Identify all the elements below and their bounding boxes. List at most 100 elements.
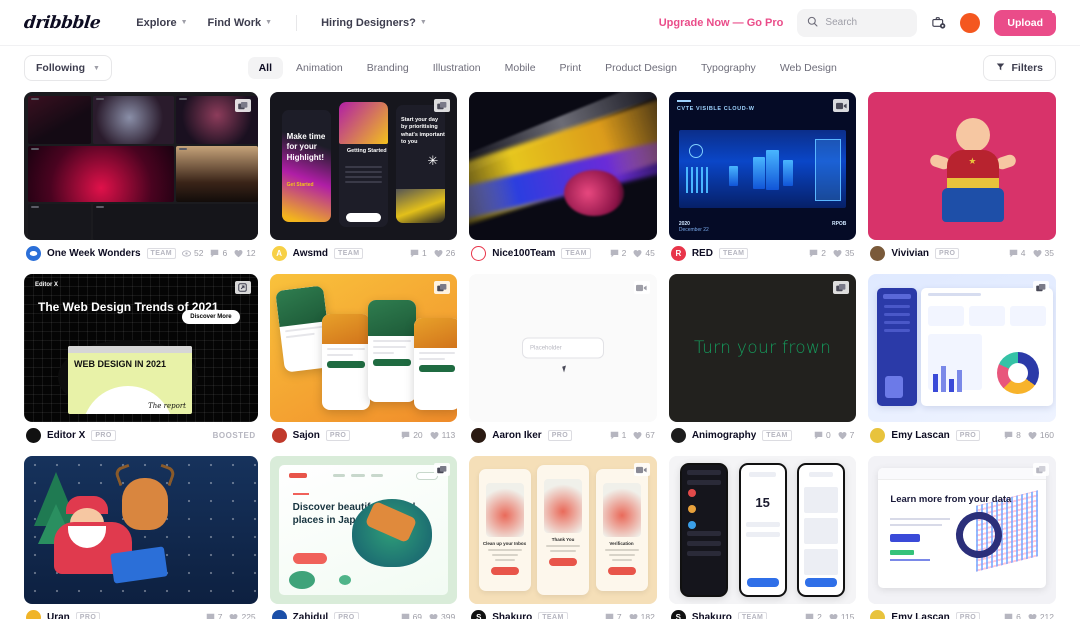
shot-thumbnail[interactable]: Placeholder [469,274,657,422]
tab-animation[interactable]: Animation [285,57,354,79]
shot-thumbnail[interactable] [269,274,458,422]
stat-comments: 2 [610,248,626,258]
shot-author[interactable]: Shakuro [692,612,732,619]
shot-author[interactable]: One Week Wonders [47,248,141,259]
tab-all[interactable]: All [247,57,284,79]
tab-web-design[interactable]: Web Design [769,57,848,79]
shot-thumbnail[interactable]: 15 [668,456,857,604]
avatar[interactable] [26,609,41,619]
artwork-animography: Turn your frown [668,274,857,422]
shot-card[interactable]: One Week Wonders TEAM 52 6 12 [24,92,258,266]
likes-count: 225 [241,612,256,619]
shot-card[interactable]: Sajon PRO 20 113 [269,274,458,448]
shot-author[interactable]: RED [692,248,713,259]
shot-author[interactable]: Emy Lascan [891,430,949,441]
avatar[interactable] [26,427,41,443]
shot-card[interactable]: Learn more from your data Emy Lascan PRO [868,456,1056,619]
shot-card[interactable]: Discover beautiful natural places in Jap… [269,456,458,619]
shot-author[interactable]: Animography [692,430,756,441]
avatar[interactable]: A [271,245,287,261]
shot-author[interactable]: Sajon [293,430,320,441]
artwork-awsmd-app: Make time for your Highlight! Get Starte… [269,92,458,240]
avatar[interactable] [870,427,886,443]
avatar[interactable] [271,427,287,443]
avatar[interactable] [870,245,886,261]
shot-card[interactable]: 15 S Shakuro TEAM 2 115 [668,456,857,619]
shot-author[interactable]: Shakuro [492,612,532,619]
shot-stats: 1 67 [610,430,655,440]
upload-button[interactable]: Upload [994,7,1057,36]
shot-card[interactable]: Clean up your Inbox Thank You Verificati… [469,456,657,619]
likes-count: 399 [441,612,456,619]
shot-card[interactable]: Placeholder Aaron Iker PRO 1 67 [469,274,657,448]
stat-views: 52 [182,248,203,258]
shot-card[interactable]: Nice100Team TEAM 2 45 [469,92,657,266]
shot-author[interactable]: Zahidul [293,612,329,619]
following-dropdown[interactable]: Following ▼ [24,55,112,81]
filters-button[interactable]: Filters [983,55,1056,81]
avatar[interactable]: R [670,245,686,261]
shot-author[interactable]: Aaron Iker [492,430,541,441]
upgrade-now-link[interactable]: Upgrade Now — Go Pro [659,17,784,29]
shot-author[interactable]: Uran [47,612,70,619]
search-input[interactable] [825,17,908,28]
nav-item-hiring-designers[interactable]: Hiring Designers? ▼ [311,11,437,35]
avatar[interactable] [271,609,287,619]
views-count: 52 [193,248,204,258]
tab-branding[interactable]: Branding [356,57,420,79]
shot-card[interactable]: Emy Lascan PRO 8 160 [868,274,1056,448]
shot-thumbnail[interactable]: Clean up your Inbox Thank You Verificati… [469,456,657,604]
shot-meta: Sajon PRO 20 113 [270,422,458,448]
shot-thumbnail[interactable]: ★ [868,92,1056,240]
stat-likes: 113 [430,430,455,440]
search-box[interactable] [797,8,918,37]
avatar[interactable]: S [471,609,487,619]
shot-card[interactable]: ★ Vivivian PRO 4 35 [868,92,1056,266]
tab-typography[interactable]: Typography [690,57,767,79]
shot-thumbnail[interactable] [469,92,657,240]
shot-thumbnail[interactable] [24,456,258,604]
user-avatar[interactable] [960,12,981,33]
nav-item-find-work[interactable]: Find Work ▼ [198,11,283,35]
work-briefcase-icon[interactable] [931,15,946,30]
tab-print[interactable]: Print [549,57,593,79]
nav-item-explore[interactable]: Explore ▼ [126,11,197,35]
tab-mobile[interactable]: Mobile [494,57,547,79]
shot-card[interactable]: Make time for your Highlight! Get Starte… [269,92,458,266]
shot-thumbnail[interactable]: Turn your frown [668,274,857,422]
shot-thumbnail[interactable] [868,274,1056,422]
video-icon [833,99,850,112]
avatar[interactable]: S [670,609,686,619]
avatar[interactable] [670,427,686,443]
site-header: dribbble Explore ▼ Find Work ▼ Hiring De… [0,0,1080,46]
shot-card[interactable]: Editor X The Web Design Trends of 2021 D… [24,274,258,448]
multi-shot-icon [1033,281,1049,294]
avatar[interactable] [26,245,41,261]
tab-product-design[interactable]: Product Design [594,57,688,79]
shot-card[interactable]: CVTE VISIBLE CLOUD-W 2020 December 22 RP… [668,92,857,266]
avatar[interactable] [471,427,487,443]
shot-thumbnail[interactable]: Editor X The Web Design Trends of 2021 D… [24,274,258,422]
shot-author[interactable]: Editor X [47,430,85,441]
avatar[interactable] [471,245,487,261]
shot-thumbnail[interactable]: CVTE VISIBLE CLOUD-W 2020 December 22 RP… [668,92,857,240]
shot-author[interactable]: Nice100Team [492,248,555,259]
shot-meta: Vivivian PRO 4 35 [868,240,1056,266]
shot-author[interactable]: Emy Lascan [891,612,949,619]
artwork-wonder-woman: ★ [868,92,1056,240]
shot-card[interactable]: Turn your frown Animography TEAM 0 7 [668,274,857,448]
shot-card[interactable]: Uran PRO 7 225 [24,456,258,619]
shot-author[interactable]: Vivivian [891,248,929,259]
tab-illustration[interactable]: Illustration [422,57,492,79]
multi-shot-icon [234,99,251,112]
shot-thumbnail[interactable]: Learn more from your data [868,456,1056,604]
shot-author[interactable]: Awsmd [293,248,328,259]
header-actions: Upgrade Now — Go Pro Upload [659,7,1057,37]
shot-thumbnail[interactable]: Discover beautiful natural places in Jap… [269,456,458,604]
dribbble-logo[interactable]: dribbble [23,13,101,33]
shot-thumbnail[interactable]: Make time for your Highlight! Get Starte… [269,92,458,240]
shot-stats: 2 115 [805,612,854,619]
avatar[interactable] [870,609,886,619]
shot-thumbnail[interactable] [24,92,258,240]
multi-shot-icon [833,281,850,294]
